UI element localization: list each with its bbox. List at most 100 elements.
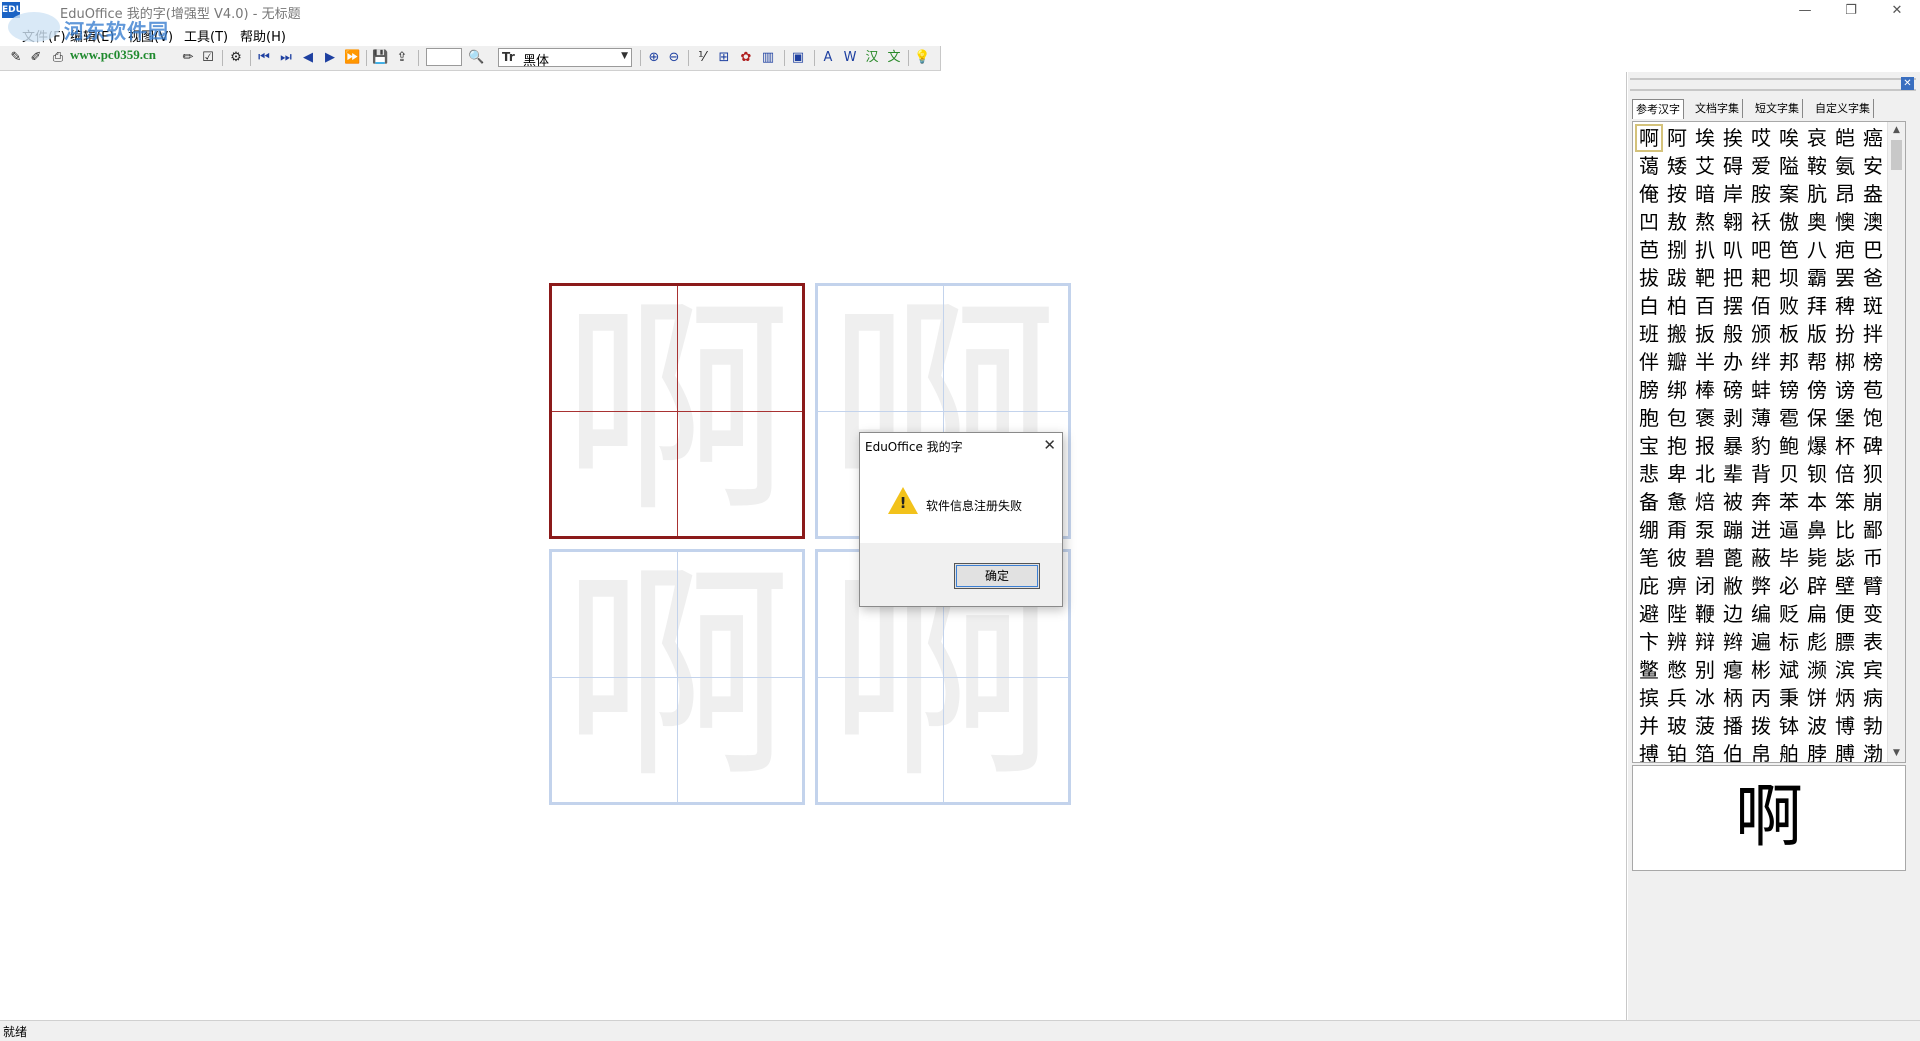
char-cell[interactable]: 苯 xyxy=(1775,488,1803,516)
char-cell[interactable]: 丙 xyxy=(1747,684,1775,712)
char-cell[interactable]: 摈 xyxy=(1635,684,1663,712)
char-cell[interactable]: 捌 xyxy=(1663,236,1691,264)
char-cell[interactable]: 蓖 xyxy=(1719,544,1747,572)
char-cell[interactable]: 懊 xyxy=(1831,208,1859,236)
char-cell[interactable]: 啊 xyxy=(1635,124,1663,152)
char-cell[interactable]: 扒 xyxy=(1691,236,1719,264)
char-cell[interactable]: 扮 xyxy=(1831,320,1859,348)
char-cell[interactable]: 冰 xyxy=(1691,684,1719,712)
scroll-up-icon[interactable]: ▲ xyxy=(1888,122,1905,139)
char-cell[interactable]: 搏 xyxy=(1635,740,1663,762)
char-cell[interactable]: 痹 xyxy=(1663,572,1691,600)
char-cell[interactable]: 陛 xyxy=(1663,600,1691,628)
word-icon[interactable]: W xyxy=(842,50,858,66)
pencil-icon[interactable]: ✏ xyxy=(180,50,196,66)
char-cell[interactable]: 包 xyxy=(1663,404,1691,432)
char-cell[interactable]: 庇 xyxy=(1635,572,1663,600)
char-cell[interactable]: 暗 xyxy=(1691,180,1719,208)
char-cell[interactable]: 苞 xyxy=(1859,376,1887,404)
char-cell[interactable]: 勃 xyxy=(1859,712,1887,740)
panel-grip[interactable] xyxy=(1630,78,1916,91)
char-cell[interactable]: 笔 xyxy=(1635,544,1663,572)
char-cell[interactable]: 碍 xyxy=(1719,152,1747,180)
char-cell[interactable]: 熬 xyxy=(1691,208,1719,236)
edit-icon[interactable]: ☑ xyxy=(200,50,216,66)
char-cell[interactable]: 办 xyxy=(1719,348,1747,376)
char-cell[interactable]: 倍 xyxy=(1831,460,1859,488)
char-cell[interactable]: 鞍 xyxy=(1803,152,1831,180)
char-cell[interactable]: 爸 xyxy=(1859,264,1887,292)
char-cell[interactable]: 伯 xyxy=(1719,740,1747,762)
char-cell[interactable]: 避 xyxy=(1635,600,1663,628)
char-cell[interactable]: 阿 xyxy=(1663,124,1691,152)
export-icon[interactable]: ⇪ xyxy=(394,50,410,66)
char-cell[interactable]: 濒 xyxy=(1803,656,1831,684)
char-cell[interactable]: 毙 xyxy=(1803,544,1831,572)
char-cell[interactable]: 芭 xyxy=(1635,236,1663,264)
char-cell[interactable]: 肮 xyxy=(1803,180,1831,208)
char-cell[interactable]: 疤 xyxy=(1831,236,1859,264)
char-cell[interactable]: 钡 xyxy=(1803,460,1831,488)
char-cell[interactable]: 箔 xyxy=(1691,740,1719,762)
char-cell[interactable]: 遍 xyxy=(1747,628,1775,656)
char-cell[interactable]: 豹 xyxy=(1747,432,1775,460)
char-cell[interactable]: 彼 xyxy=(1663,544,1691,572)
char-cell[interactable]: 逼 xyxy=(1775,516,1803,544)
char-cell[interactable]: 胺 xyxy=(1747,180,1775,208)
char-cell[interactable]: 悲 xyxy=(1635,460,1663,488)
char-cell[interactable]: 波 xyxy=(1803,712,1831,740)
char-cell[interactable]: 别 xyxy=(1691,656,1719,684)
char-cell[interactable]: 俺 xyxy=(1635,180,1663,208)
char-cell[interactable]: 搬 xyxy=(1663,320,1691,348)
char-cell[interactable]: 膀 xyxy=(1635,376,1663,404)
zoom-in-icon[interactable]: ⊕ xyxy=(646,50,662,66)
char-cell[interactable]: 堡 xyxy=(1831,404,1859,432)
char-cell[interactable]: 编 xyxy=(1747,600,1775,628)
char-cell[interactable]: 袄 xyxy=(1747,208,1775,236)
scroll-down-icon[interactable]: ▼ xyxy=(1888,745,1905,762)
char-cell[interactable]: 瓣 xyxy=(1663,348,1691,376)
char-cell[interactable]: 安 xyxy=(1859,152,1887,180)
char-cell[interactable]: 膘 xyxy=(1831,628,1859,656)
char-cell[interactable]: 臂 xyxy=(1859,572,1887,600)
char-cell[interactable]: 板 xyxy=(1775,320,1803,348)
help-icon[interactable]: 💡 xyxy=(914,50,930,66)
char-cell[interactable]: 被 xyxy=(1719,488,1747,516)
scrollbar[interactable]: ▲ ▼ xyxy=(1887,122,1905,762)
char-cell[interactable]: 闭 xyxy=(1691,572,1719,600)
char-cell[interactable]: 播 xyxy=(1719,712,1747,740)
char-cell[interactable]: 霸 xyxy=(1803,264,1831,292)
char-cell[interactable]: 滨 xyxy=(1831,656,1859,684)
char-cell[interactable]: 摆 xyxy=(1719,292,1747,320)
char-cell[interactable]: 鄙 xyxy=(1859,516,1887,544)
char-cell[interactable]: 泵 xyxy=(1691,516,1719,544)
char-cell[interactable]: 病 xyxy=(1859,684,1887,712)
char-cell[interactable]: 埃 xyxy=(1691,124,1719,152)
char-cell[interactable]: 渤 xyxy=(1859,740,1887,762)
char-cell[interactable]: 暴 xyxy=(1719,432,1747,460)
char-cell[interactable]: 鳖 xyxy=(1635,656,1663,684)
char-cell[interactable]: 薄 xyxy=(1747,404,1775,432)
char-cell[interactable]: 憋 xyxy=(1663,656,1691,684)
char-cell[interactable]: 炳 xyxy=(1831,684,1859,712)
char-cell[interactable]: 兵 xyxy=(1663,684,1691,712)
char-cell[interactable]: 饱 xyxy=(1859,404,1887,432)
char-cell[interactable]: 背 xyxy=(1747,460,1775,488)
char-cell[interactable]: 傍 xyxy=(1803,376,1831,404)
char-cell[interactable]: 稗 xyxy=(1831,292,1859,320)
char-cell[interactable]: 币 xyxy=(1859,544,1887,572)
char-cell[interactable]: 便 xyxy=(1831,600,1859,628)
char-cell[interactable]: 膊 xyxy=(1831,740,1859,762)
char-cell[interactable]: 舶 xyxy=(1775,740,1803,762)
char-cell[interactable]: 伴 xyxy=(1635,348,1663,376)
char-cell[interactable]: 秉 xyxy=(1775,684,1803,712)
char-cell[interactable]: 拨 xyxy=(1747,712,1775,740)
char-cell[interactable]: 变 xyxy=(1859,600,1887,628)
char-cell[interactable]: 巴 xyxy=(1859,236,1887,264)
char-cell[interactable]: 报 xyxy=(1691,432,1719,460)
layout-icon[interactable]: ▥ xyxy=(760,50,776,66)
char-cell[interactable]: 白 xyxy=(1635,292,1663,320)
char-cell[interactable]: 甭 xyxy=(1663,516,1691,544)
char-cell[interactable]: 辟 xyxy=(1803,572,1831,600)
char-cell[interactable]: 蔽 xyxy=(1747,544,1775,572)
